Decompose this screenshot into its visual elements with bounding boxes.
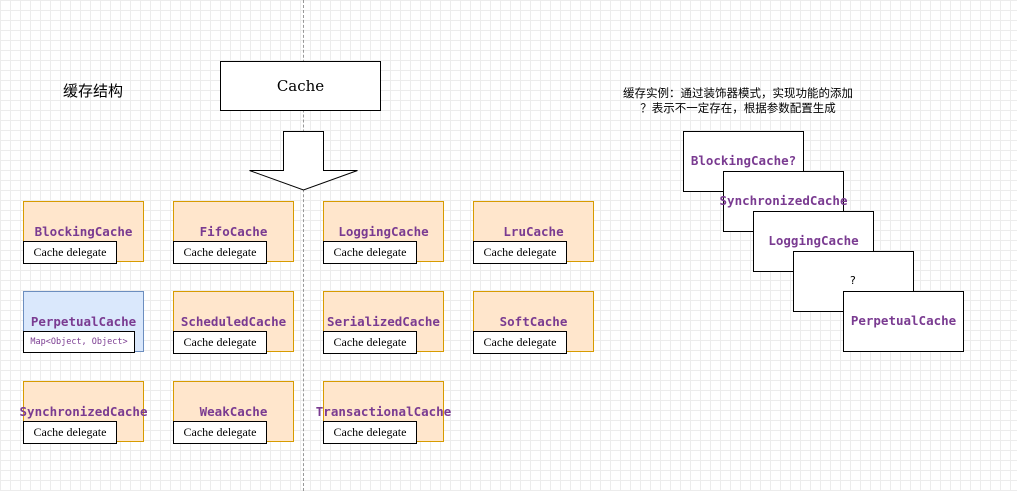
cache-card-name: SoftCache bbox=[499, 314, 568, 329]
cache-card-synchronized: SynchronizedCache Cache delegate bbox=[20, 381, 147, 444]
delegate-field: Cache delegate bbox=[23, 421, 117, 444]
delegate-field: Cache delegate bbox=[173, 241, 267, 264]
structure-title: 缓存结构 bbox=[63, 82, 124, 100]
down-arrow-icon bbox=[249, 131, 358, 191]
instance-label: PerpetualCache bbox=[850, 313, 957, 328]
instance-note: 缓存实例：通过装饰器模式，实现功能的添加 ？表示不一定存在，根据参数配置生成 bbox=[598, 86, 878, 116]
cache-card-name: SerializedCache bbox=[327, 314, 440, 329]
instance-label: BlockingCache? bbox=[690, 153, 797, 168]
delegate-field: Cache delegate bbox=[323, 331, 417, 354]
instance-label: SynchronizedCache bbox=[719, 193, 848, 208]
cache-card-lru: LruCache Cache delegate bbox=[473, 201, 594, 264]
delegate-field: Cache delegate bbox=[173, 331, 267, 354]
cache-card-transactional: TransactionalCache Cache delegate bbox=[316, 381, 451, 444]
cache-card-weak: WeakCache Cache delegate bbox=[173, 381, 294, 444]
cache-card-name: LruCache bbox=[503, 224, 564, 239]
delegate-field: Cache delegate bbox=[173, 421, 267, 444]
cache-card-blocking: BlockingCache Cache delegate bbox=[23, 201, 144, 264]
cache-card-name: LoggingCache bbox=[338, 224, 429, 239]
instance-note-line2: ？表示不一定存在，根据参数配置生成 bbox=[640, 101, 836, 115]
cache-root-box: Cache bbox=[220, 61, 381, 111]
cache-card-fifo: FifoCache Cache delegate bbox=[173, 201, 294, 264]
cache-card-scheduled: ScheduledCache Cache delegate bbox=[173, 291, 294, 354]
delegate-field: Cache delegate bbox=[323, 421, 417, 444]
cache-card-name: FifoCache bbox=[199, 224, 268, 239]
optional-marker: ? bbox=[850, 274, 856, 287]
instance-note-line1: 缓存实例：通过装饰器模式，实现功能的添加 bbox=[623, 86, 853, 100]
cache-card-name: TransactionalCache bbox=[315, 404, 452, 419]
instance-box-perpetual: PerpetualCache bbox=[843, 291, 964, 352]
cache-card-logging: LoggingCache Cache delegate bbox=[323, 201, 444, 264]
delegate-field: Cache delegate bbox=[473, 331, 567, 354]
cache-root-label: Cache bbox=[276, 77, 325, 95]
instance-label: LoggingCache bbox=[768, 233, 859, 248]
delegate-field: Cache delegate bbox=[323, 241, 417, 264]
cache-card-serialized: SerializedCache Cache delegate bbox=[323, 291, 444, 354]
cache-card-name: ScheduledCache bbox=[180, 314, 287, 329]
cache-card-name: WeakCache bbox=[199, 404, 268, 419]
cache-card-soft: SoftCache Cache delegate bbox=[473, 291, 594, 354]
map-field: Map<Object, Object> bbox=[23, 331, 135, 353]
cache-card-name: BlockingCache bbox=[34, 224, 133, 239]
cache-card-name: SynchronizedCache bbox=[19, 404, 148, 419]
delegate-field: Cache delegate bbox=[473, 241, 567, 264]
delegate-field: Cache delegate bbox=[23, 241, 117, 264]
cache-card-name: PerpetualCache bbox=[30, 314, 137, 329]
cache-card-perpetual: PerpetualCache Map<Object, Object> bbox=[23, 291, 144, 353]
